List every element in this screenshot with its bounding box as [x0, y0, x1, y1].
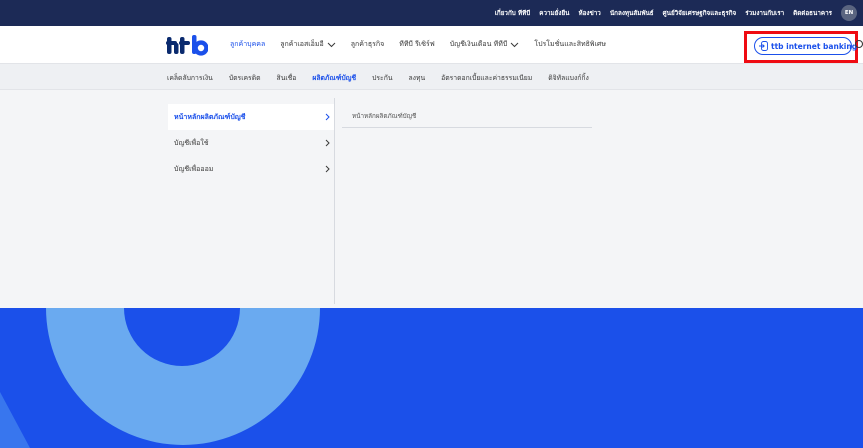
secondary-nav-bar: เคล็ดลับการเงิน บัตรเครดิต สินเชื่อ ผลิต… [0, 63, 863, 90]
nav-business[interactable]: ลูกค้าธุรกิจ [351, 39, 385, 50]
mega-menu-categories: หน้าหลักผลิตภัณฑ์บัญชี บัญชีเพื่อใช้ บัญ… [168, 104, 334, 182]
menu-item-savings-accounts[interactable]: บัญชีเพื่อออม [168, 156, 334, 182]
internet-banking-label: ttb internet banking [771, 41, 858, 51]
chevron-down-icon [510, 42, 519, 47]
menu-item-label: หน้าหลักผลิตภัณฑ์บัญชี [174, 112, 246, 121]
menu-link-label: หน้าหลักผลิตภัณฑ์บัญชี [352, 112, 417, 120]
top-link-careers[interactable]: ร่วมงานกับเรา [745, 8, 784, 18]
ttb-logo[interactable] [166, 34, 208, 56]
subnav-financial-tips[interactable]: เคล็ดลับการเงิน [167, 72, 213, 83]
top-link-about[interactable]: เกี่ยวกับ ทีทีบี [495, 8, 531, 18]
menu-item-label: บัญชีเพื่อออม [174, 164, 214, 173]
menu-link-account-home[interactable]: หน้าหลักผลิตภัณฑ์บัญชี [342, 104, 592, 128]
menu-item-label: บัญชีเพื่อใช้ [174, 138, 209, 147]
nav-payroll-label: บัญชีเงินเดือน ทีทีบี [449, 40, 508, 48]
top-link-newsroom[interactable]: ห้องข่าว [578, 8, 600, 18]
nav-business-label: ลูกค้าธุรกิจ [350, 40, 385, 48]
nav-promotions-label: โปรโมชั่นและสิทธิพิเศษ [534, 40, 606, 48]
top-link-research-center[interactable]: ศูนย์วิจัยเศรษฐกิจและธุรกิจ [663, 8, 737, 18]
search-icon[interactable] [854, 39, 863, 51]
nav-sme[interactable]: ลูกค้าเอสเอ็มอี [280, 39, 336, 50]
chevron-right-icon [325, 165, 330, 173]
nav-payroll[interactable]: บัญชีเงินเดือน ทีทีบี [450, 39, 520, 50]
nav-personal-label: ลูกค้าบุคคล [230, 40, 266, 48]
subnav-digital-banking[interactable]: ดิจิทัลแบงก์กิ้ง [548, 72, 589, 83]
chevron-right-icon [325, 113, 330, 121]
secondary-nav: เคล็ดลับการเงิน บัตรเครดิต สินเชื่อ ผลิต… [167, 64, 589, 91]
menu-divider [334, 98, 335, 304]
subnav-invest[interactable]: ลงทุน [408, 72, 425, 83]
subnav-account-products[interactable]: ผลิตภัณฑ์บัญชี [312, 72, 356, 83]
subnav-rates-fees[interactable]: อัตราดอกเบี้ยและค่าธรรมเนียม [441, 72, 532, 83]
main-header: ลูกค้าบุคคล ลูกค้าเอสเอ็มอี ลูกค้าธุรกิจ… [0, 26, 863, 63]
subnav-credit-cards[interactable]: บัตรเครดิต [229, 72, 261, 83]
chevron-down-icon [327, 42, 336, 47]
top-link-contact[interactable]: ติดต่อธนาคาร [793, 8, 832, 18]
nav-reserve[interactable]: ทีทีบี รีเซิร์ฟ [399, 39, 435, 50]
hero-banner [0, 308, 863, 448]
internet-banking-button[interactable]: ttb internet banking [754, 37, 857, 55]
login-icon [759, 41, 768, 51]
nav-reserve-label: ทีทีบี รีเซิร์ฟ [399, 40, 435, 48]
nav-sme-label: ลูกค้าเอสเอ็มอี [280, 40, 324, 48]
top-link-sustainability[interactable]: ความยั่งยืน [539, 8, 569, 18]
menu-item-spending-accounts[interactable]: บัญชีเพื่อใช้ [168, 130, 334, 156]
top-utility-bar: เกี่ยวกับ ทีทีบี ความยั่งยืน ห้องข่าว นั… [0, 0, 863, 26]
nav-personal[interactable]: ลูกค้าบุคคล [230, 39, 265, 50]
menu-item-account-home[interactable]: หน้าหลักผลิตภัณฑ์บัญชี [168, 104, 334, 130]
nav-promotions[interactable]: โปรโมชั่นและสิทธิพิเศษ [534, 39, 606, 50]
chevron-right-icon [325, 139, 330, 147]
hero-decoration [0, 308, 320, 448]
top-link-investor-relations[interactable]: นักลงทุนสัมพันธ์ [610, 8, 654, 18]
subnav-insurance[interactable]: ประกัน [372, 72, 392, 83]
mega-menu-dropdown: หน้าหลักผลิตภัณฑ์บัญชี บัญชีเพื่อใช้ บัญ… [0, 90, 863, 308]
subnav-loans[interactable]: สินเชื่อ [277, 72, 297, 83]
primary-nav: ลูกค้าบุคคล ลูกค้าเอสเอ็มอี ลูกค้าธุรกิจ… [230, 26, 606, 63]
language-toggle[interactable]: EN [841, 5, 857, 21]
